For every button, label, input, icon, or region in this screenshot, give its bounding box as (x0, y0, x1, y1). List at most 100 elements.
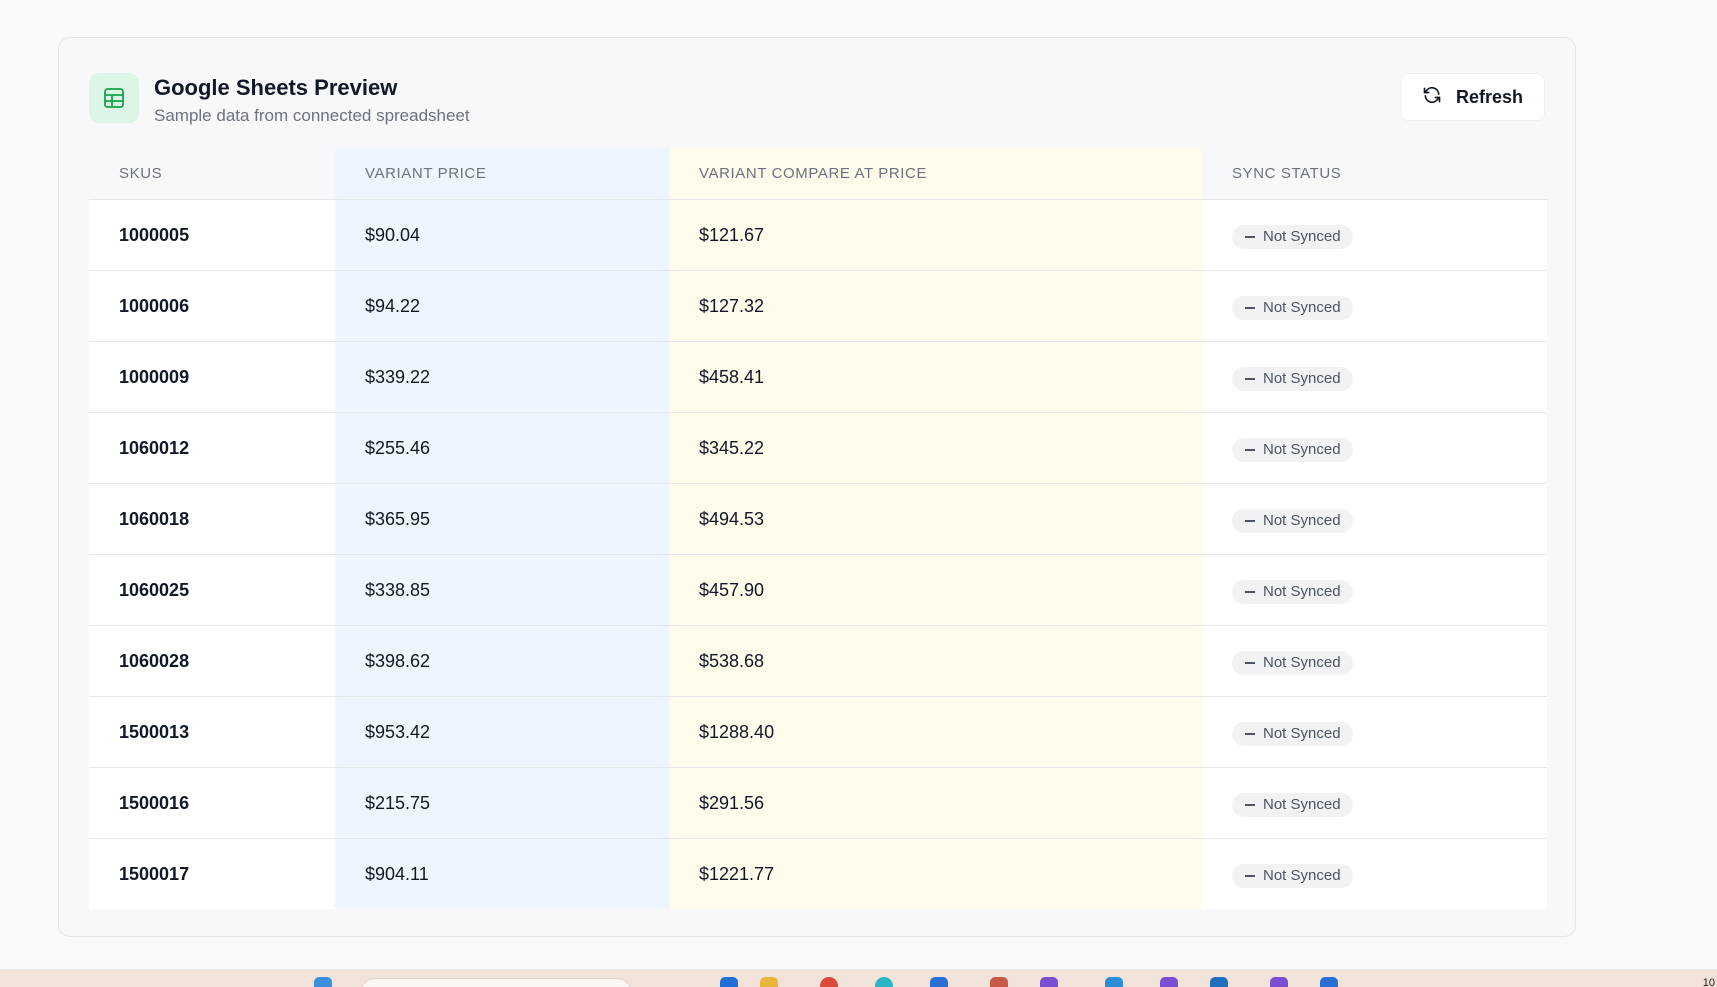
minus-icon (1245, 519, 1255, 522)
minus-icon (1245, 377, 1255, 380)
sku-cell: 1060025 (89, 554, 335, 626)
sync-status-cell: Not Synced (1202, 625, 1547, 697)
compare-price-cell: $127.32 (669, 270, 1202, 342)
compare-price-cell: $291.56 (669, 767, 1202, 839)
refresh-label: Refresh (1455, 86, 1524, 107)
variant-price-cell: $90.04 (335, 199, 669, 271)
sync-status-cell: Not Synced (1202, 767, 1547, 839)
compare-price-cell: $121.67 (669, 199, 1202, 271)
variant-price-cell: $953.42 (335, 696, 669, 768)
compare-price-cell: $1221.77 (669, 838, 1202, 909)
sync-status-cell: Not Synced (1202, 696, 1547, 768)
taskbar-app-icon[interactable] (720, 977, 738, 987)
taskbar-app-icon[interactable] (760, 977, 778, 987)
variant-price-cell: $338.85 (335, 554, 669, 626)
column-header-compare-price: VARIANT COMPARE AT PRICE (669, 148, 1202, 200)
taskbar-app-icon[interactable] (820, 977, 838, 987)
variant-price-cell: $255.46 (335, 412, 669, 484)
status-badge: Not Synced (1232, 792, 1353, 817)
sync-status-cell: Not Synced (1202, 270, 1547, 342)
column-header-variant-price: VARIANT PRICE (335, 148, 669, 200)
minus-icon (1245, 874, 1255, 877)
taskbar-app-icon[interactable] (1210, 977, 1228, 987)
spreadsheet-icon (89, 73, 139, 123)
status-badge: Not Synced (1232, 650, 1353, 675)
minus-icon (1245, 448, 1255, 451)
variant-price-cell: $398.62 (335, 625, 669, 697)
table-row: 1000006 $94.22 $127.32 Not Synced (89, 270, 1547, 342)
sku-cell: 1000006 (89, 270, 335, 342)
table-body: 1000005 $90.04 $121.67 Not Synced 1000006 $94… (89, 199, 1547, 909)
taskbar-app-icon[interactable] (1105, 977, 1123, 987)
variant-price-cell: $215.75 (335, 767, 669, 839)
compare-price-cell: $538.68 (669, 625, 1202, 697)
refresh-button[interactable]: Refresh (1400, 73, 1545, 121)
sheets-preview-card: Google Sheets Preview Sample data from c… (58, 37, 1576, 937)
page-title: Google Sheets Preview (154, 75, 398, 100)
sync-status-cell: Not Synced (1202, 554, 1547, 626)
status-label: Not Synced (1263, 370, 1341, 387)
status-label: Not Synced (1263, 725, 1341, 742)
compare-price-cell: $494.53 (669, 483, 1202, 555)
taskbar-app-icon[interactable] (1320, 977, 1338, 987)
compare-price-cell: $458.41 (669, 341, 1202, 413)
table-row: 1060028 $398.62 $538.68 Not Synced (89, 625, 1547, 697)
status-badge: Not Synced (1232, 224, 1353, 249)
minus-icon (1245, 235, 1255, 238)
table-row: 1500016 $215.75 $291.56 Not Synced (89, 767, 1547, 839)
taskbar-app-icon[interactable] (1040, 977, 1058, 987)
status-badge: Not Synced (1232, 579, 1353, 604)
refresh-icon (1422, 85, 1442, 110)
taskbar-app-icon[interactable] (1160, 977, 1178, 987)
taskbar-search-box[interactable] (360, 978, 632, 987)
status-label: Not Synced (1263, 583, 1341, 600)
column-header-sync-status: SYNC STATUS (1202, 148, 1547, 200)
taskbar-clock[interactable]: 10 (1703, 977, 1715, 987)
card-header: Google Sheets Preview Sample data from c… (89, 73, 1545, 125)
sku-cell: 1500016 (89, 767, 335, 839)
status-label: Not Synced (1263, 299, 1341, 316)
status-badge: Not Synced (1232, 508, 1353, 533)
sync-status-cell: Not Synced (1202, 838, 1547, 909)
table-row: 1060012 $255.46 $345.22 Not Synced (89, 412, 1547, 484)
status-badge: Not Synced (1232, 437, 1353, 462)
column-header-skus: SKUS (89, 148, 335, 200)
table-header-row: SKUS VARIANT PRICE VARIANT COMPARE AT PR… (89, 148, 1547, 200)
status-label: Not Synced (1263, 512, 1341, 529)
status-badge: Not Synced (1232, 366, 1353, 391)
taskbar-app-icon[interactable] (1270, 977, 1288, 987)
taskbar-app-icon[interactable] (875, 977, 893, 987)
sku-cell: 1000005 (89, 199, 335, 271)
status-badge: Not Synced (1232, 295, 1353, 320)
minus-icon (1245, 590, 1255, 593)
table-row: 1060018 $365.95 $494.53 Not Synced (89, 483, 1547, 555)
status-label: Not Synced (1263, 654, 1341, 671)
table-row: 1500013 $953.42 $1288.40 Not Synced (89, 696, 1547, 768)
sync-status-cell: Not Synced (1202, 341, 1547, 413)
table-row: 1500017 $904.11 $1221.77 Not Synced (89, 838, 1547, 909)
status-label: Not Synced (1263, 867, 1341, 884)
minus-icon (1245, 803, 1255, 806)
status-label: Not Synced (1263, 796, 1341, 813)
status-label: Not Synced (1263, 441, 1341, 458)
windows-start-icon[interactable] (314, 977, 332, 987)
sku-cell: 1060018 (89, 483, 335, 555)
sync-status-cell: Not Synced (1202, 412, 1547, 484)
sku-cell: 1060028 (89, 625, 335, 697)
taskbar-app-icon[interactable] (930, 977, 948, 987)
sku-cell: 1500017 (89, 838, 335, 909)
variant-price-cell: $94.22 (335, 270, 669, 342)
sync-status-cell: Not Synced (1202, 199, 1547, 271)
compare-price-cell: $345.22 (669, 412, 1202, 484)
status-label: Not Synced (1263, 228, 1341, 245)
sku-cell: 1060012 (89, 412, 335, 484)
compare-price-cell: $1288.40 (669, 696, 1202, 768)
data-table: SKUS VARIANT PRICE VARIANT COMPARE AT PR… (89, 148, 1547, 909)
taskbar-app-icon[interactable] (990, 977, 1008, 987)
page-subtitle: Sample data from connected spreadsheet (154, 106, 470, 125)
status-badge: Not Synced (1232, 863, 1353, 888)
table-row: 1060025 $338.85 $457.90 Not Synced (89, 554, 1547, 626)
variant-price-cell: $365.95 (335, 483, 669, 555)
variant-price-cell: $904.11 (335, 838, 669, 909)
minus-icon (1245, 732, 1255, 735)
